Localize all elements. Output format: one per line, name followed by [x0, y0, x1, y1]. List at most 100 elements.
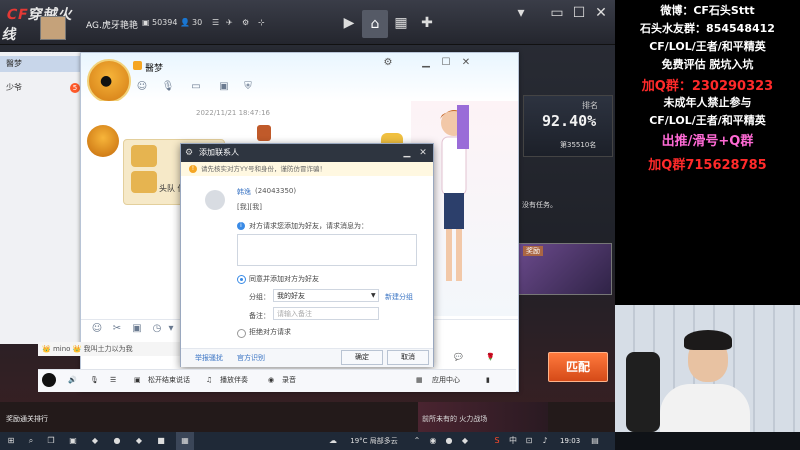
inventory-icon[interactable]: ▦	[390, 12, 412, 34]
more-icon[interactable]: ⊹	[258, 18, 265, 27]
notification-icon[interactable]: ▤	[588, 432, 602, 450]
image-icon[interactable]: ▣	[217, 81, 231, 93]
chat-maximize-icon[interactable]: ☐	[439, 57, 453, 69]
friends-icon: 👤	[180, 18, 190, 27]
app-icon[interactable]: ■	[154, 432, 168, 450]
speaker-icon[interactable]: 🔊	[68, 374, 77, 386]
agree-radio[interactable]	[237, 275, 246, 284]
task-view-icon[interactable]: ❐	[44, 432, 58, 450]
friends-count: 30	[192, 18, 203, 27]
tray-icon[interactable]: ◆	[458, 432, 472, 450]
warning-text: 请先核实对方YY号和身份，谨防仿冒诈骗！	[201, 165, 326, 173]
chat-bubble-icon[interactable]: 💬	[454, 351, 463, 363]
official-verify-link[interactable]: 官方识别	[237, 353, 265, 363]
dialog-minimize-icon[interactable]: ▁	[401, 144, 413, 162]
app-icon[interactable]: ◆	[88, 432, 102, 450]
folder-icon[interactable]: ▣	[66, 432, 80, 450]
weather-text[interactable]: 19°C 局部多云	[340, 432, 408, 450]
ime-icon[interactable]: S	[490, 432, 504, 450]
shield-icon[interactable]: ⛨	[241, 81, 255, 93]
gift-icon[interactable]	[257, 125, 271, 141]
app-center-button[interactable]: 应用中心	[432, 374, 460, 386]
chat-minimize-icon[interactable]: ▁	[419, 57, 433, 69]
dialog-close-icon[interactable]: ✕	[417, 144, 429, 162]
match-button[interactable]: 匹配	[548, 352, 608, 382]
side-tag[interactable]	[457, 105, 469, 149]
chevron-down-icon[interactable]: ▾	[165, 323, 177, 335]
picture-icon[interactable]: ▣	[131, 323, 143, 335]
contact-item[interactable]: 少爷	[0, 80, 80, 96]
cancel-button[interactable]: 取消	[387, 350, 429, 365]
taskbar-clock[interactable]: 19:03	[560, 432, 580, 450]
report-link[interactable]: 举报骚扰	[195, 353, 223, 363]
tray-icon[interactable]: ⌃	[410, 432, 424, 450]
microphone-icon[interactable]: 🎙	[90, 374, 99, 386]
chevron-down-icon[interactable]: ▼	[371, 289, 379, 302]
controller-icon[interactable]: ⚙	[242, 18, 249, 27]
refuse-label[interactable]: 拒绝对方请求	[249, 327, 291, 337]
history-icon[interactable]: ◷	[151, 323, 163, 335]
event-banner[interactable]: 奖励	[518, 243, 612, 295]
tray-icon[interactable]: ●	[442, 432, 456, 450]
window-maximize-icon[interactable]: ☐	[568, 2, 590, 24]
video-icon[interactable]: ▶	[338, 12, 360, 34]
message-avatar[interactable]	[87, 125, 119, 157]
window-restore-icon[interactable]: ▭	[546, 2, 568, 24]
requester-name[interactable]: 韩逸	[237, 187, 251, 197]
sticker-icon	[131, 145, 157, 167]
window-close-icon[interactable]: ✕	[590, 2, 612, 24]
avatar-character	[440, 110, 468, 281]
coin-icon: ▣	[142, 18, 150, 27]
chat-close-icon[interactable]: ✕	[459, 57, 473, 69]
folder-icon[interactable]: ▭	[189, 81, 203, 93]
record-button[interactable]: 录音	[282, 374, 296, 386]
username[interactable]: AG.虎牙艳艳	[86, 18, 138, 31]
bottom-ranking-label[interactable]: 奖励通关排行	[6, 414, 48, 424]
avatar[interactable]	[40, 16, 66, 40]
signal-bars-icon: ▮	[486, 376, 490, 384]
contact-item[interactable]: 醫梦	[0, 56, 80, 72]
accompany-button[interactable]: 播放伴奏	[220, 374, 248, 386]
weather-icon: ☁	[329, 436, 337, 445]
panda-icon[interactable]	[42, 373, 56, 387]
network-icon[interactable]: ⊡	[522, 432, 536, 450]
emoji-icon[interactable]: ☺	[91, 323, 103, 335]
emoji-icon[interactable]: ☺	[135, 81, 149, 93]
push-to-talk-icon: ▣	[134, 376, 141, 384]
requester-avatar	[205, 190, 225, 210]
refuse-radio[interactable]	[237, 329, 246, 338]
overlay-qq-group-2: 加Q群715628785	[648, 158, 767, 173]
signal-icon[interactable]: ☰	[212, 18, 219, 27]
equalizer-icon[interactable]: ☰	[110, 374, 116, 386]
confirm-button[interactable]: 确定	[341, 350, 383, 365]
vip-icon	[133, 61, 142, 70]
gamepad-icon[interactable]: ✚	[416, 12, 438, 34]
volume-icon[interactable]: ♪	[538, 432, 552, 450]
remark-input[interactable]: 请输入备注	[273, 307, 379, 320]
avatar-glyph-icon: ●	[100, 73, 113, 89]
tray-icon[interactable]: ◉	[426, 432, 440, 450]
microphone-icon[interactable]: 🎙	[161, 81, 175, 93]
chat-settings-icon[interactable]: ⚙	[381, 57, 395, 69]
dialog-titlebar[interactable]: 添加联系人	[181, 144, 433, 162]
push-to-talk-button[interactable]: 松开结束说话	[148, 374, 190, 386]
contact-avatar[interactable]: ●	[87, 59, 131, 103]
scissors-icon[interactable]: ✂	[111, 323, 123, 335]
overlay-weibo: 微博：CF石头Sttt	[660, 4, 755, 17]
requester-id: (24043350)	[255, 187, 297, 195]
rose-icon[interactable]: 🌹	[486, 351, 495, 363]
window-min-icon[interactable]: ▾	[510, 2, 532, 24]
ime-icon[interactable]: 中	[506, 432, 520, 450]
plane-icon[interactable]: ✈	[226, 18, 233, 27]
group-select[interactable]: 我的好友	[273, 289, 379, 302]
chat-contact-name[interactable]: 醫梦	[145, 61, 163, 74]
character-leg	[456, 229, 462, 281]
app-icon[interactable]: ◆	[132, 432, 146, 450]
app-icon[interactable]: ●	[110, 432, 124, 450]
new-group-link[interactable]: 新建分组	[385, 292, 413, 302]
app-icon[interactable]: ▦	[176, 432, 194, 450]
agree-label[interactable]: 同意并添加对方为好友	[249, 274, 319, 284]
windows-start-icon[interactable]: ⊞	[4, 432, 18, 450]
search-icon[interactable]: ⌕	[24, 432, 38, 450]
overlay-games-2: CF/LOL/王者/和平精英	[649, 114, 766, 127]
